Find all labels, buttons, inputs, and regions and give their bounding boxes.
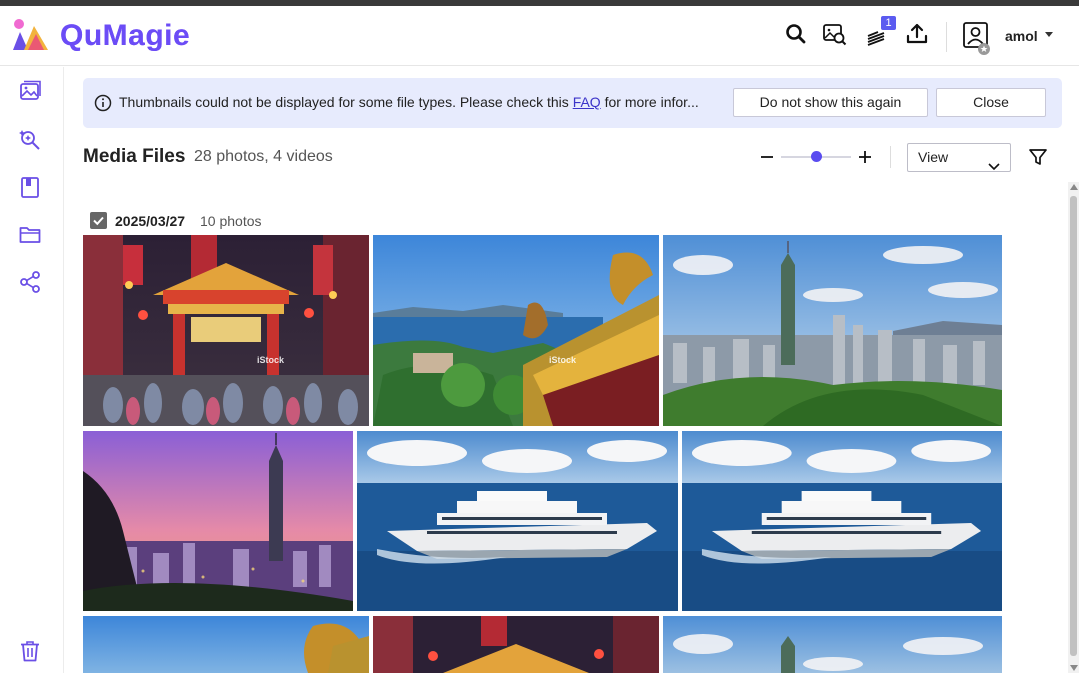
thumbnail-notice-banner: Thumbnails could not be displayed for so… [83,78,1062,128]
zoom-slider-handle[interactable] [811,151,822,162]
folder-icon[interactable] [18,222,42,246]
search-icon[interactable] [783,21,809,47]
page-title: Media Files [83,146,186,167]
photo-thumbnail[interactable] [682,431,1002,611]
notice-text-before: Thumbnails could not be displayed for so… [119,94,573,110]
share-icon[interactable] [18,270,42,294]
notification-badge: 1 [881,16,896,30]
user-menu-caret-icon[interactable] [1045,32,1053,37]
zoom-out-icon[interactable] [759,149,775,165]
user-name[interactable]: amol [1005,28,1038,44]
upload-icon[interactable] [904,21,930,47]
scroll-up-arrow-icon[interactable] [1070,184,1078,190]
info-icon [94,94,112,112]
notice-message: Thumbnails could not be displayed for so… [119,94,699,110]
notice-text-after: for more infor... [600,94,699,110]
photo-thumbnail[interactable] [373,616,659,673]
filter-icon[interactable] [1028,147,1048,167]
view-dropdown-label: View [918,149,949,165]
photo-thumbnail[interactable] [663,616,1002,673]
app-header: QuMagie 1 amol [0,6,1079,66]
photo-thumbnail[interactable] [83,616,369,673]
face-search-icon[interactable] [822,21,848,47]
qumagie-logo-icon [10,18,50,54]
media-summary: 28 photos, 4 videos [194,148,333,165]
vertical-scrollbar[interactable] [1068,182,1079,673]
toolbar-divider [890,146,891,168]
photo-thumbnail[interactable]: iStock [373,235,659,426]
chevron-down-icon [988,153,1000,171]
photos-icon[interactable] [18,79,42,103]
view-dropdown[interactable]: View [907,143,1011,172]
watermark-text: iStock [257,355,285,365]
trash-icon[interactable] [18,639,42,663]
header-divider [946,22,947,52]
photo-thumbnail[interactable] [357,431,678,611]
do-not-show-again-button[interactable]: Do not show this again [733,88,928,117]
scroll-down-arrow-icon[interactable] [1070,665,1078,671]
group-date: 2025/03/27 [115,213,186,229]
user-avatar-icon[interactable] [962,22,992,55]
photo-thumbnail[interactable] [83,431,353,611]
faq-link[interactable]: FAQ [573,94,601,110]
album-icon[interactable] [18,175,42,199]
logo-text: QuMagie [60,19,191,52]
app-logo[interactable]: QuMagie [10,18,190,54]
zoom-in-icon[interactable] [857,149,873,165]
group-photo-count: 10 photos [200,213,262,229]
photo-thumbnail[interactable] [663,235,1002,426]
scrollbar-thumb[interactable] [1070,196,1077,656]
group-select-checkbox[interactable] [90,212,107,229]
photo-thumbnail[interactable]: iStock [83,235,369,426]
close-button[interactable]: Close [936,88,1046,117]
smart-album-icon[interactable] [18,127,42,151]
watermark-text: iStock [549,355,577,365]
sidebar [0,67,64,673]
